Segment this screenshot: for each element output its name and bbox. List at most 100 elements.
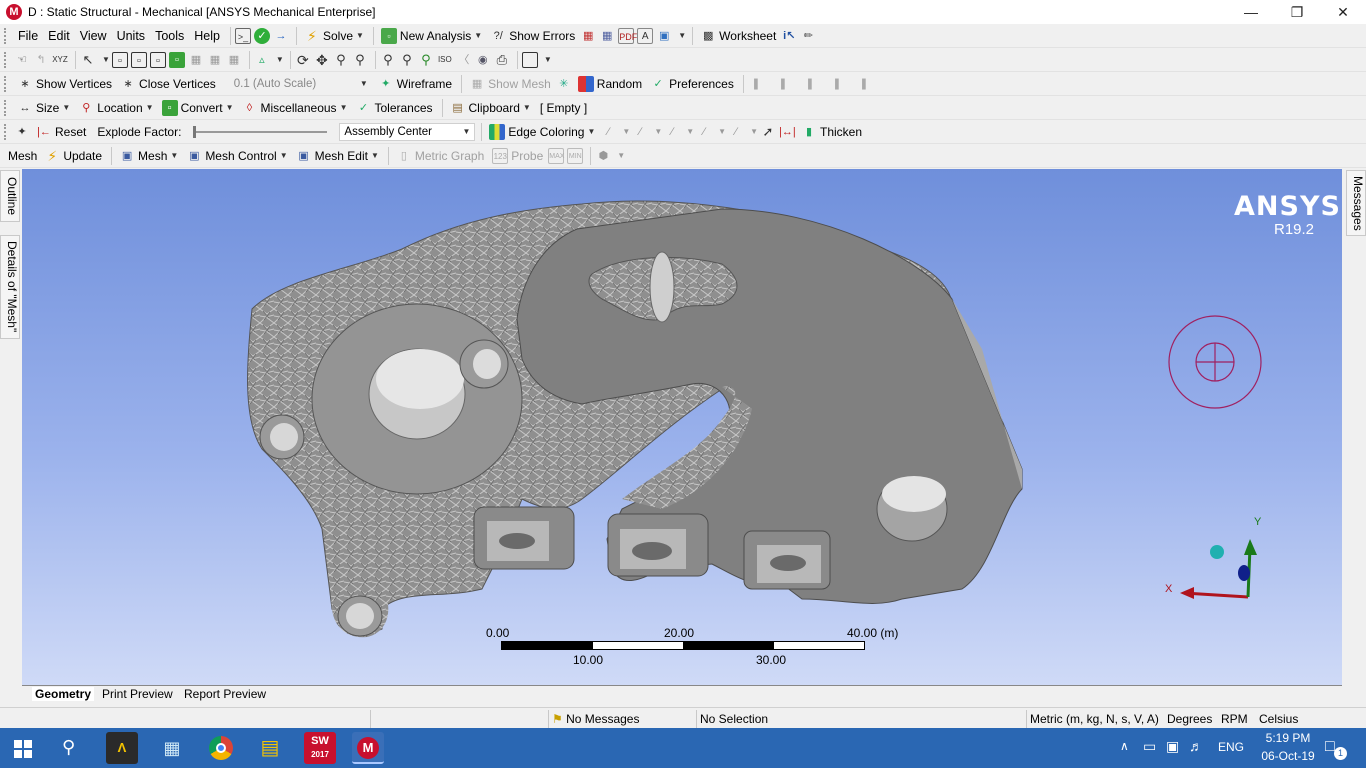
edge-style-2-icon[interactable]: ∕ [632, 124, 648, 140]
mesh-button[interactable]: ▣ Mesh ▼ [116, 146, 181, 166]
chevron-down-icon[interactable]: ▼ [356, 31, 364, 40]
autocad-app-icon[interactable]: Λ [106, 732, 138, 764]
reset-button[interactable]: |← Reset [33, 122, 89, 142]
command-prompt-icon[interactable]: >_ [234, 27, 251, 44]
select-cursor-icon[interactable]: ↖ [80, 52, 96, 68]
tolerances-button[interactable]: ✓ Tolerances [352, 98, 435, 118]
worksheet-button[interactable]: ▩ Worksheet [697, 26, 779, 46]
viewport-layout-icon[interactable] [521, 51, 538, 68]
show-errors-button[interactable]: ?/ Show Errors [487, 26, 578, 46]
status-speed-unit[interactable]: RPM [1218, 710, 1256, 728]
min-icon[interactable]: MIN [567, 147, 584, 164]
rotate-icon[interactable]: ⟳ [295, 52, 311, 68]
chevron-down-icon[interactable]: ▼ [474, 31, 482, 40]
report-icon[interactable]: PDF [618, 27, 637, 44]
edge-style-4-icon[interactable]: ∕ [696, 124, 712, 140]
language-indicator[interactable]: ENG [1218, 740, 1244, 754]
annotation-5-icon[interactable]: ❚ [856, 76, 872, 92]
tag-icon[interactable]: ✏ [800, 28, 816, 44]
solve-button[interactable]: ⚡ Solve ▼ [301, 26, 367, 46]
tab-geometry[interactable]: Geometry [32, 687, 95, 701]
chevron-down-icon[interactable]: ▼ [102, 55, 110, 64]
pan-pick-icon[interactable]: ☜ [14, 52, 30, 68]
messages-tab[interactable]: Messages [1346, 170, 1366, 236]
select-element-face-icon[interactable]: ▦ [207, 52, 223, 68]
status-angle-unit[interactable]: Degrees [1164, 710, 1218, 728]
edge-style-5-icon[interactable]: ∕ [728, 124, 744, 140]
max-icon[interactable]: MAX [548, 147, 564, 164]
auto-scale-combo[interactable]: 0.1 (Auto Scale) ▼ [228, 74, 373, 93]
edge-style-1-icon[interactable]: ∕ [600, 124, 616, 140]
menu-units[interactable]: Units [113, 29, 149, 43]
miscellaneous-button[interactable]: ◊ Miscellaneous ▼ [239, 98, 351, 118]
select-edge-icon[interactable]: ▫ [130, 51, 147, 68]
menu-edit[interactable]: Edit [44, 29, 74, 43]
status-temperature-unit[interactable]: Celsius [1256, 710, 1336, 728]
xyz-icon[interactable]: XYZ [52, 52, 68, 68]
status-messages[interactable]: ⚑ No Messages [548, 710, 696, 728]
mechanical-taskbar-icon[interactable]: M [352, 732, 384, 764]
tray-network-icon[interactable]: ▣ [1166, 738, 1179, 755]
solidworks-app-icon[interactable]: SW 2017 [304, 732, 336, 764]
status-units[interactable]: Metric (m, kg, N, s, V, A) [1026, 710, 1164, 728]
mesh-edit-button[interactable]: ▣ Mesh Edit ▼ [293, 146, 382, 166]
tree-connect-icon[interactable]: → [273, 28, 289, 44]
table-icon[interactable]: ▦ [599, 28, 615, 44]
zoom-in-icon[interactable]: ⚲ [418, 52, 434, 68]
show-vertices-button[interactable]: ∗ Show Vertices [14, 74, 115, 94]
hexagon-icon[interactable]: ⬢ [595, 148, 611, 164]
tab-print-preview[interactable]: Print Preview [102, 687, 173, 701]
text-annotation-icon[interactable]: A [637, 27, 654, 44]
annotation-1-icon[interactable]: ❚ [748, 76, 764, 92]
info-icon[interactable]: i↖ [781, 28, 797, 44]
box-zoom-icon[interactable]: ⚲ [352, 52, 368, 68]
location-button[interactable]: ⚲ Location ▼ [75, 98, 156, 118]
chrome-app-icon[interactable] [205, 732, 237, 764]
toolbar-grip[interactable] [4, 99, 10, 116]
menu-tools[interactable]: Tools [151, 29, 188, 43]
tab-report-preview[interactable]: Report Preview [184, 687, 266, 701]
chevron-down-icon[interactable]: ▼ [617, 151, 625, 160]
tray-chevron-up-icon[interactable]: ∧ [1120, 739, 1129, 753]
tray-volume-icon[interactable]: ♬ [1189, 738, 1203, 754]
select-node-icon[interactable]: ▦ [188, 52, 204, 68]
edge-style-3-icon[interactable]: ∕ [664, 124, 680, 140]
check-icon[interactable]: ✓ [253, 27, 270, 44]
magnifier-icon[interactable]: ⚲ [399, 52, 415, 68]
outline-tab[interactable]: Outline [0, 170, 20, 222]
probe-button[interactable]: 123 Probe [489, 146, 546, 166]
size-button[interactable]: ↔ Size ▼ [14, 98, 73, 118]
new-analysis-button[interactable]: ▫ New Analysis ▼ [378, 26, 485, 46]
menu-view[interactable]: View [76, 29, 111, 43]
menu-help[interactable]: Help [190, 29, 224, 43]
clock-date[interactable]: 06-Oct-19 [1256, 749, 1320, 763]
details-of-mesh-tab[interactable]: Details of "Mesh" [0, 235, 20, 339]
zoom-icon[interactable]: ⚲ [333, 52, 349, 68]
zoom-to-fit-icon[interactable]: ⚲ [380, 52, 396, 68]
metric-graph-button[interactable]: ▯ Metric Graph [393, 146, 487, 166]
arrow-icon[interactable]: ➚ [760, 124, 776, 140]
preferences-button[interactable]: ✓ Preferences [647, 74, 737, 94]
update-button[interactable]: ⚡ Update [41, 146, 105, 166]
convert-button[interactable]: ▫ Convert ▼ [159, 98, 237, 118]
show-mesh-button[interactable]: ▦ Show Mesh [466, 74, 554, 94]
rotate-pick-icon[interactable]: ↰ [33, 52, 49, 68]
toolbar-grip[interactable] [4, 27, 10, 44]
select-mode-icon[interactable]: ▵ [254, 52, 270, 68]
graphics-viewport[interactable]: ANSYS R19.2 Y X 0.00 20.00 40.00 (m) 10.… [22, 169, 1342, 685]
chevron-down-icon[interactable]: ▼ [678, 31, 686, 40]
image-icon[interactable]: ▣ [656, 28, 672, 44]
file-explorer-book-icon[interactable]: ▦ [156, 732, 188, 764]
thickness-icon[interactable]: |↔| [779, 124, 796, 140]
camera-icon[interactable]: ◉ [475, 52, 491, 68]
select-vertex-icon[interactable]: ▫ [111, 51, 128, 68]
windows-start-icon[interactable] [14, 740, 32, 758]
explode-view-icon[interactable]: ✦ [14, 124, 30, 140]
select-face-icon[interactable]: ▫ [149, 51, 166, 68]
mesh-control-button[interactable]: ▣ Mesh Control ▼ [183, 146, 290, 166]
previous-view-icon[interactable]: 〈 [456, 52, 472, 68]
thicken-button[interactable]: ▮ Thicken [798, 122, 865, 142]
maximize-button[interactable]: ❐ [1274, 0, 1320, 24]
explode-factor-slider[interactable] [193, 124, 328, 140]
select-body-icon[interactable]: ▫ [168, 51, 185, 68]
